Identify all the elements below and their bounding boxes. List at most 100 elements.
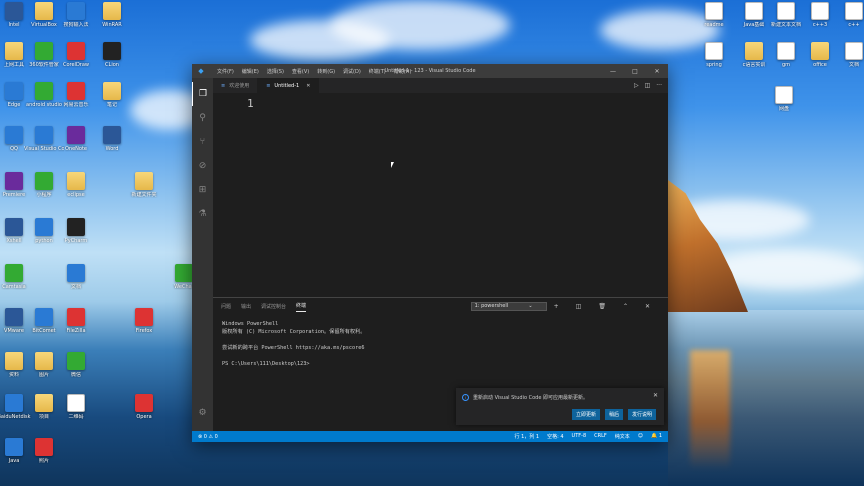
tab-terminal[interactable]: 终端 — [296, 300, 307, 312]
desktop-icon[interactable]: eclipse — [56, 172, 96, 198]
desktop-icon[interactable]: 二维码 — [56, 394, 96, 420]
desktop-icon[interactable]: 新建文件夹 — [124, 172, 164, 198]
desktop-icon[interactable]: OneNote — [56, 126, 96, 152]
desktop-icon-label: 二维码 — [68, 414, 84, 420]
status-item[interactable]: UTF-8 — [572, 433, 587, 440]
desktop-icon[interactable]: Word — [92, 126, 132, 152]
status-item[interactable]: 行 1，列 1 — [515, 433, 540, 440]
maximize-panel-icon[interactable]: ⌃ — [623, 301, 628, 312]
files-icon[interactable]: ❐ — [192, 82, 213, 106]
vscode-logo-icon: ◆ — [198, 67, 204, 75]
desktop-icon-image — [5, 264, 23, 282]
release-notes-button[interactable]: 发行说明 — [627, 409, 656, 420]
status-item[interactable]: ☺ — [638, 433, 643, 440]
flask-icon[interactable]: ⚗ — [192, 202, 213, 226]
desktop-icon-image — [67, 2, 85, 20]
desktop-icon-image — [5, 2, 23, 20]
split-terminal-icon[interactable]: ◫ — [576, 301, 582, 312]
search-icon[interactable]: ⚲ — [192, 106, 213, 130]
desktop-icon-label: readme — [704, 22, 724, 28]
desktop-icon[interactable]: 文档 — [834, 42, 864, 68]
desktop-icon[interactable]: CLion — [92, 42, 132, 68]
desktop-icon-image — [5, 218, 23, 236]
tab-close-icon[interactable]: ✕ — [306, 83, 310, 89]
desktop-icon-label: 文档 — [70, 284, 81, 290]
editor-area[interactable]: 1 — [213, 93, 668, 297]
split-editor-icon[interactable]: ◫ — [645, 82, 651, 89]
desktop-icon[interactable]: 微信 — [56, 352, 96, 378]
menu-bar: 文件(F) 编辑(E) 选择(S) 查看(V) 转到(G) 调试(D) 终端(T) 帮助(H) — [213, 68, 415, 75]
menu-item[interactable]: 帮助(H) — [390, 68, 416, 75]
run-icon[interactable]: ▷ — [634, 82, 639, 89]
menu-item[interactable]: 查看(V) — [288, 68, 313, 75]
desktop-icon-image — [5, 172, 23, 190]
desktop-icon-image — [35, 2, 53, 20]
desktop-icon[interactable]: 网易云音乐 — [56, 82, 96, 108]
update-now-button[interactable]: 立即更新 — [571, 409, 600, 420]
desktop-icon[interactable]: Opera — [124, 394, 164, 420]
minimize-button[interactable]: — — [602, 68, 624, 75]
desktop-icon[interactable]: 照片 — [24, 438, 64, 464]
desktop-icon[interactable]: c++ — [834, 2, 864, 28]
update-notification: i 重新启动 Visual Studio Code 即可应用最新更新。 ✕ 立即… — [456, 388, 664, 425]
extensions-icon[interactable]: ⊞ — [192, 178, 213, 202]
desktop-icon[interactable]: readme — [694, 2, 734, 28]
tab-output[interactable]: 输出 — [241, 301, 251, 312]
desktop-icon-image — [845, 42, 863, 60]
line-number: 1 — [247, 97, 254, 110]
menu-item[interactable]: 文件(F) — [213, 68, 238, 75]
trash-icon[interactable]: 🗑 — [598, 301, 606, 312]
source-control-icon[interactable]: ⑂ — [192, 130, 213, 154]
menu-item[interactable]: 调试(D) — [339, 68, 365, 75]
desktop-icon-label: FileZilla — [66, 328, 86, 334]
tab-untitled-1[interactable]: ≡ Untitled-1 ✕ — [258, 78, 320, 93]
desktop-icon[interactable]: 笔记 — [92, 82, 132, 108]
tab-welcome[interactable]: ≡ 欢迎使用 — [213, 78, 259, 93]
later-button[interactable]: 稍后 — [604, 409, 623, 420]
panel-tabs: 问题 输出 调试控制台 终端 1: powershell ⌄ + ◫ 🗑 ⌃ ✕ — [213, 298, 668, 314]
desktop-icon-label: spring — [706, 62, 722, 68]
menu-item[interactable]: 编辑(E) — [238, 68, 263, 75]
desktop-icon[interactable]: WinRAR — [92, 2, 132, 28]
debug-icon[interactable]: ⊘ — [192, 154, 213, 178]
desktop-icon[interactable]: Firefox — [124, 308, 164, 334]
tab-problems[interactable]: 问题 — [221, 301, 231, 312]
maximize-button[interactable]: □ — [624, 68, 646, 75]
menu-item[interactable]: 转到(G) — [313, 68, 339, 75]
close-button[interactable]: ✕ — [646, 68, 668, 75]
desktop-icon-label: PyCharm — [64, 238, 88, 244]
more-actions-icon[interactable]: ··· — [656, 82, 662, 89]
desktop-icon[interactable]: 文档 — [56, 264, 96, 290]
new-terminal-icon[interactable]: + — [554, 301, 559, 312]
desktop-icon[interactable]: Camtasia — [0, 264, 34, 290]
desktop-icon[interactable]: 网盘 — [764, 86, 804, 112]
menu-item[interactable]: 终端(T) — [365, 68, 390, 75]
close-panel-icon[interactable]: ✕ — [645, 301, 650, 312]
desktop-icon-label: 新建文件夹 — [131, 192, 157, 198]
terminal-select[interactable]: 1: powershell ⌄ — [470, 301, 547, 311]
desktop-icon[interactable]: FileZilla — [56, 308, 96, 334]
desktop-icon[interactable]: CorelDraw — [56, 42, 96, 68]
status-item[interactable]: 🔔 1 — [651, 433, 662, 440]
status-item[interactable]: CRLF — [594, 433, 607, 440]
gear-icon[interactable]: ⚙ — [192, 401, 213, 425]
status-item[interactable]: 纯文本 — [615, 433, 630, 440]
desktop-icon[interactable]: 搜狗输入法 — [56, 2, 96, 28]
problems-status[interactable]: ⊗ 0 ⚠ 0 — [198, 434, 218, 440]
desktop-icon[interactable]: PyCharm — [56, 218, 96, 244]
terminal-output[interactable]: Windows PowerShell 版权所有 (C) Microsoft Cor… — [213, 314, 668, 374]
tab-debug-console[interactable]: 调试控制台 — [261, 301, 286, 312]
desktop-icon-label: OneNote — [64, 146, 88, 152]
notification-close-icon[interactable]: ✕ — [653, 392, 658, 399]
notification-message: 重新启动 Visual Studio Code 即可应用最新更新。 — [473, 395, 589, 401]
desktop-icon-image — [67, 264, 85, 282]
desktop-icon-label: 网盘 — [778, 106, 789, 112]
desktop-icon-image — [5, 42, 23, 60]
menu-item[interactable]: 选择(S) — [263, 68, 288, 75]
desktop-icon[interactable]: spring — [694, 42, 734, 68]
status-item[interactable]: 空格: 4 — [547, 433, 563, 440]
desktop-icon-label: CorelDraw — [62, 62, 90, 68]
desktop-icon-image — [67, 82, 85, 100]
desktop-icon-image — [103, 2, 121, 20]
